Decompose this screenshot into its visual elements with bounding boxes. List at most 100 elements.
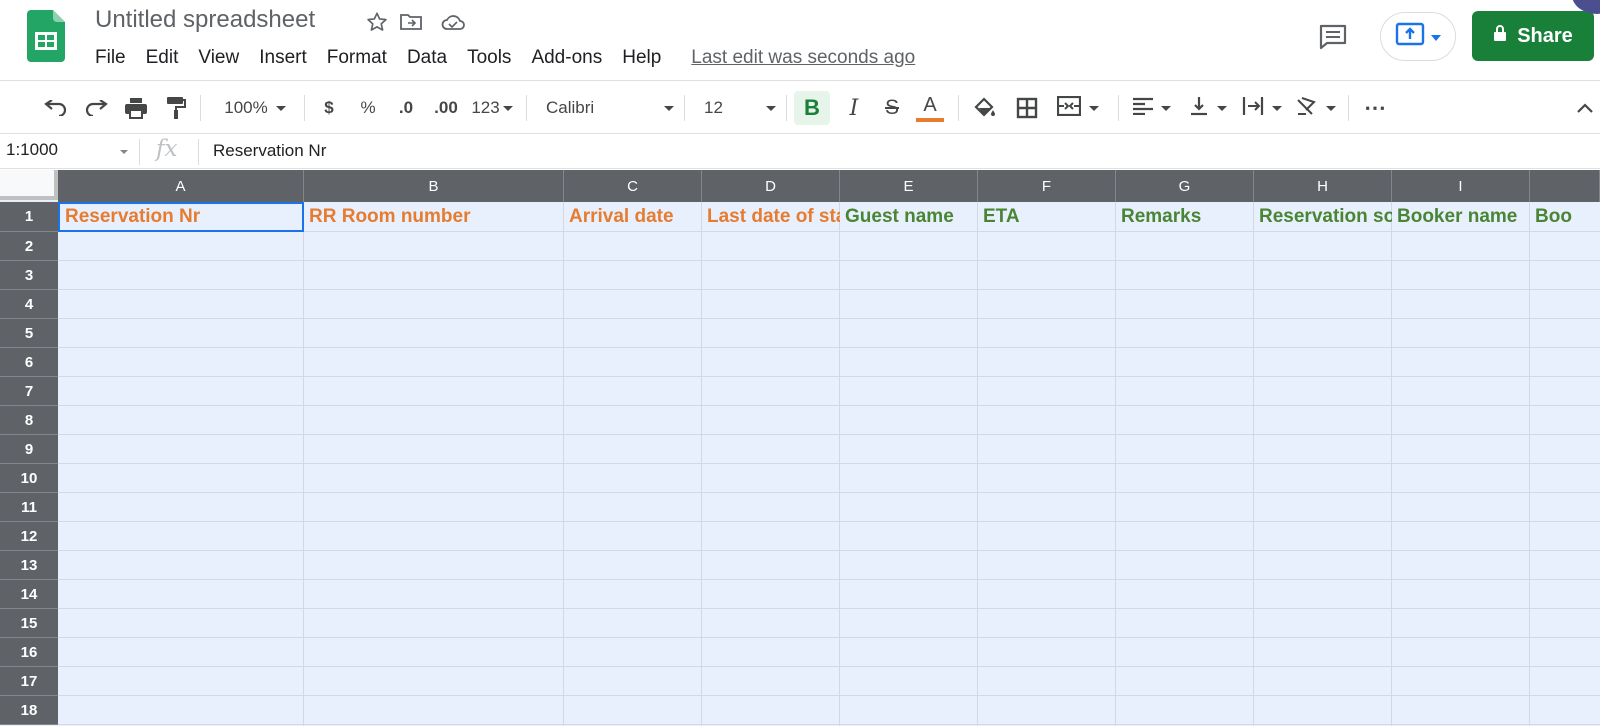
row-header[interactable]: 5 — [0, 319, 58, 348]
column-header[interactable]: B — [304, 170, 564, 202]
row-header[interactable]: 1 — [0, 202, 58, 232]
print-icon[interactable] — [120, 91, 152, 125]
increase-decimals-button[interactable]: .00 — [430, 91, 462, 125]
column-header[interactable]: F — [978, 170, 1116, 202]
menu-tools[interactable]: Tools — [457, 47, 521, 69]
row-header[interactable]: 10 — [0, 464, 58, 493]
chevron-down-icon[interactable] — [120, 150, 128, 154]
column-header[interactable]: A — [58, 170, 304, 202]
font-size-select[interactable]: 12 — [704, 91, 776, 125]
zoom-select[interactable]: 100% — [216, 91, 294, 125]
cell-e1[interactable]: Guest name — [840, 202, 978, 232]
column-header[interactable]: H — [1254, 170, 1392, 202]
share-button[interactable]: Share — [1472, 11, 1594, 61]
row-header[interactable]: 2 — [0, 232, 58, 261]
grid-line — [58, 289, 1600, 290]
chevron-down-icon — [1431, 28, 1441, 46]
formula-bar: 1:1000 fx Reservation Nr — [0, 135, 1600, 169]
collapse-toolbar-icon[interactable] — [1572, 91, 1598, 125]
row-header[interactable]: 18 — [0, 696, 58, 725]
column-header[interactable] — [1530, 170, 1600, 202]
row-header[interactable]: 9 — [0, 435, 58, 464]
grid-line — [58, 695, 1600, 696]
select-all-corner[interactable] — [0, 170, 58, 200]
cell-d1[interactable]: Last date of sta — [702, 202, 840, 232]
menu-insert[interactable]: Insert — [249, 47, 317, 69]
redo-icon[interactable] — [80, 91, 112, 125]
row-header[interactable]: 11 — [0, 493, 58, 522]
font-select[interactable]: Calibri — [546, 91, 674, 125]
row-header[interactable]: 6 — [0, 348, 58, 377]
undo-icon[interactable] — [40, 91, 72, 125]
row-header[interactable]: 17 — [0, 667, 58, 696]
row-header[interactable]: 12 — [0, 522, 58, 551]
formula-input[interactable]: Reservation Nr — [213, 141, 326, 161]
spreadsheet-grid[interactable]: A B C D E F G H I 1 2 3 4 5 6 7 8 9 10 11 12 13 14 15 16 17 18 Rese… — [0, 170, 1600, 726]
menu-edit[interactable]: Edit — [136, 47, 189, 69]
formula-bar-divider — [139, 139, 140, 165]
column-header[interactable]: C — [564, 170, 702, 202]
grid-line — [58, 463, 1600, 464]
name-box[interactable]: 1:1000 — [6, 140, 134, 160]
sheets-logo-icon[interactable] — [27, 10, 65, 62]
vertical-align-button[interactable] — [1186, 91, 1230, 125]
column-header[interactable]: E — [840, 170, 978, 202]
borders-icon[interactable] — [1010, 91, 1044, 125]
cell-a1[interactable]: Reservation Nr — [58, 202, 304, 232]
menu-format[interactable]: Format — [317, 47, 397, 69]
column-header[interactable]: G — [1116, 170, 1254, 202]
more-options-button[interactable]: ⋯ — [1358, 91, 1392, 125]
grid-line — [58, 521, 1600, 522]
text-wrapping-button[interactable] — [1240, 91, 1284, 125]
menu-file[interactable]: File — [85, 47, 136, 69]
row-header[interactable]: 13 — [0, 551, 58, 580]
last-edit-link[interactable]: Last edit was seconds ago — [691, 47, 915, 69]
row-header[interactable]: 16 — [0, 638, 58, 667]
toolbar-divider — [1118, 95, 1119, 121]
cell-c1[interactable]: Arrival date — [564, 202, 702, 232]
cell-1[interactable]: Boo — [1530, 202, 1600, 232]
toolbar-divider — [526, 95, 527, 121]
move-to-folder-icon[interactable] — [398, 9, 424, 35]
bold-button[interactable]: B — [794, 91, 830, 125]
italic-button[interactable]: I — [838, 91, 870, 125]
comments-icon[interactable] — [1316, 20, 1350, 54]
cell-h1[interactable]: Reservation so — [1254, 202, 1392, 232]
merge-cells-icon — [1056, 95, 1082, 121]
star-icon[interactable] — [364, 9, 390, 35]
cell-g1[interactable]: Remarks — [1116, 202, 1254, 232]
paint-format-icon[interactable] — [160, 91, 192, 125]
column-header[interactable]: D — [702, 170, 840, 202]
menu-add-ons[interactable]: Add-ons — [521, 47, 612, 69]
row-header[interactable]: 3 — [0, 261, 58, 290]
fill-color-icon[interactable] — [968, 91, 1002, 125]
text-rotation-button[interactable] — [1294, 91, 1338, 125]
cell-b1[interactable]: RR Room number — [304, 202, 564, 232]
grid-line — [58, 318, 1600, 319]
column-header[interactable]: I — [1392, 170, 1530, 202]
row-header[interactable]: 4 — [0, 290, 58, 319]
more-formats-button[interactable]: 123 — [468, 91, 516, 125]
row-header[interactable]: 8 — [0, 406, 58, 435]
document-title[interactable]: Untitled spreadsheet — [95, 6, 315, 34]
toolbar-divider — [200, 95, 201, 121]
decrease-decimals-button[interactable]: .0 — [392, 91, 420, 125]
menu-help[interactable]: Help — [612, 47, 671, 69]
horizontal-align-button[interactable] — [1130, 91, 1174, 125]
cloud-saved-icon[interactable] — [440, 9, 466, 35]
toolbar-divider — [304, 95, 305, 121]
strikethrough-button[interactable]: S — [876, 91, 908, 125]
cell-i1[interactable]: Booker name — [1392, 202, 1530, 232]
merge-cells-button[interactable] — [1052, 91, 1104, 125]
align-bottom-icon — [1189, 96, 1209, 121]
row-header[interactable]: 15 — [0, 609, 58, 638]
row-header[interactable]: 7 — [0, 377, 58, 406]
menu-view[interactable]: View — [188, 47, 249, 69]
menu-data[interactable]: Data — [397, 47, 457, 69]
currency-format-button[interactable]: $ — [316, 91, 342, 125]
present-button[interactable] — [1380, 12, 1456, 61]
row-header[interactable]: 14 — [0, 580, 58, 609]
text-color-button[interactable]: A — [914, 91, 946, 125]
percent-format-button[interactable]: % — [354, 91, 382, 125]
cell-f1[interactable]: ETA — [978, 202, 1116, 232]
